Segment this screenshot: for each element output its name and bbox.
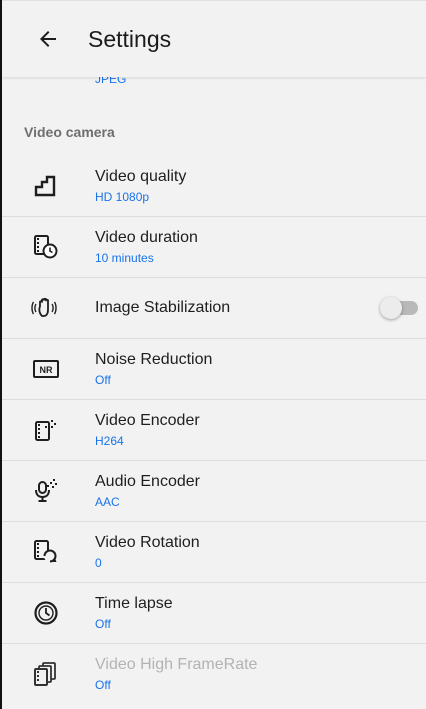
setting-title: Noise Reduction xyxy=(95,351,213,368)
setting-summary: H264 xyxy=(95,434,124,448)
setting-image-stabilization[interactable]: Image Stabilization xyxy=(2,278,426,338)
setting-summary: Off xyxy=(95,373,111,387)
video-quality-icon xyxy=(24,164,68,208)
setting-video-high-framerate: Video High FrameRate Off xyxy=(2,644,426,704)
setting-summary: HD 1080p xyxy=(95,190,150,204)
arrow-back-icon xyxy=(40,31,56,47)
high-framerate-icon xyxy=(24,652,68,696)
setting-title: Video quality xyxy=(95,168,187,185)
setting-video-encoder[interactable]: Video Encoder H264 xyxy=(2,400,426,460)
setting-title: Video duration xyxy=(95,229,198,246)
video-duration-icon xyxy=(24,225,68,269)
setting-time-lapse[interactable]: Time lapse Off xyxy=(2,583,426,643)
stabilization-toggle[interactable] xyxy=(380,296,420,320)
audio-encoder-icon xyxy=(24,469,68,513)
setting-title: Audio Encoder xyxy=(95,473,200,490)
setting-noise-reduction[interactable]: NR Noise Reduction Off xyxy=(2,339,426,399)
noise-reduction-icon: NR xyxy=(24,347,68,391)
time-lapse-icon xyxy=(24,591,68,635)
setting-title: Video High FrameRate xyxy=(95,656,258,673)
back-button[interactable] xyxy=(18,9,78,69)
stabilization-icon xyxy=(24,286,68,330)
setting-video-rotation[interactable]: Video Rotation 0 xyxy=(2,522,426,582)
setting-title: Image Stabilization xyxy=(95,299,231,316)
settings-screen: Settings JPEG Video camera Video quality… xyxy=(0,0,426,709)
setting-title: Video Encoder xyxy=(95,412,200,429)
section-header: Video camera xyxy=(24,124,115,140)
video-rotation-icon xyxy=(24,530,68,574)
setting-summary: 0 xyxy=(95,556,102,570)
setting-title: Video Rotation xyxy=(95,534,200,551)
page-title: Settings xyxy=(88,25,172,52)
settings-list[interactable]: JPEG Video camera Video quality HD 1080p xyxy=(2,76,426,709)
setting-video-duration[interactable]: Video duration 10 minutes xyxy=(2,217,426,277)
app-bar: Settings xyxy=(2,0,426,77)
setting-audio-encoder[interactable]: Audio Encoder AAC xyxy=(2,461,426,521)
setting-title: Time lapse xyxy=(95,595,173,612)
setting-video-quality[interactable]: Video quality HD 1080p xyxy=(2,156,426,216)
svg-text:NR: NR xyxy=(40,365,53,375)
toggle-thumb xyxy=(380,297,402,319)
setting-summary: Off xyxy=(95,617,111,631)
previous-item-summary: JPEG xyxy=(95,76,127,86)
setting-summary: 10 minutes xyxy=(95,251,154,265)
setting-summary: Off xyxy=(95,678,111,692)
setting-summary: AAC xyxy=(95,495,120,509)
video-encoder-icon xyxy=(24,408,68,452)
